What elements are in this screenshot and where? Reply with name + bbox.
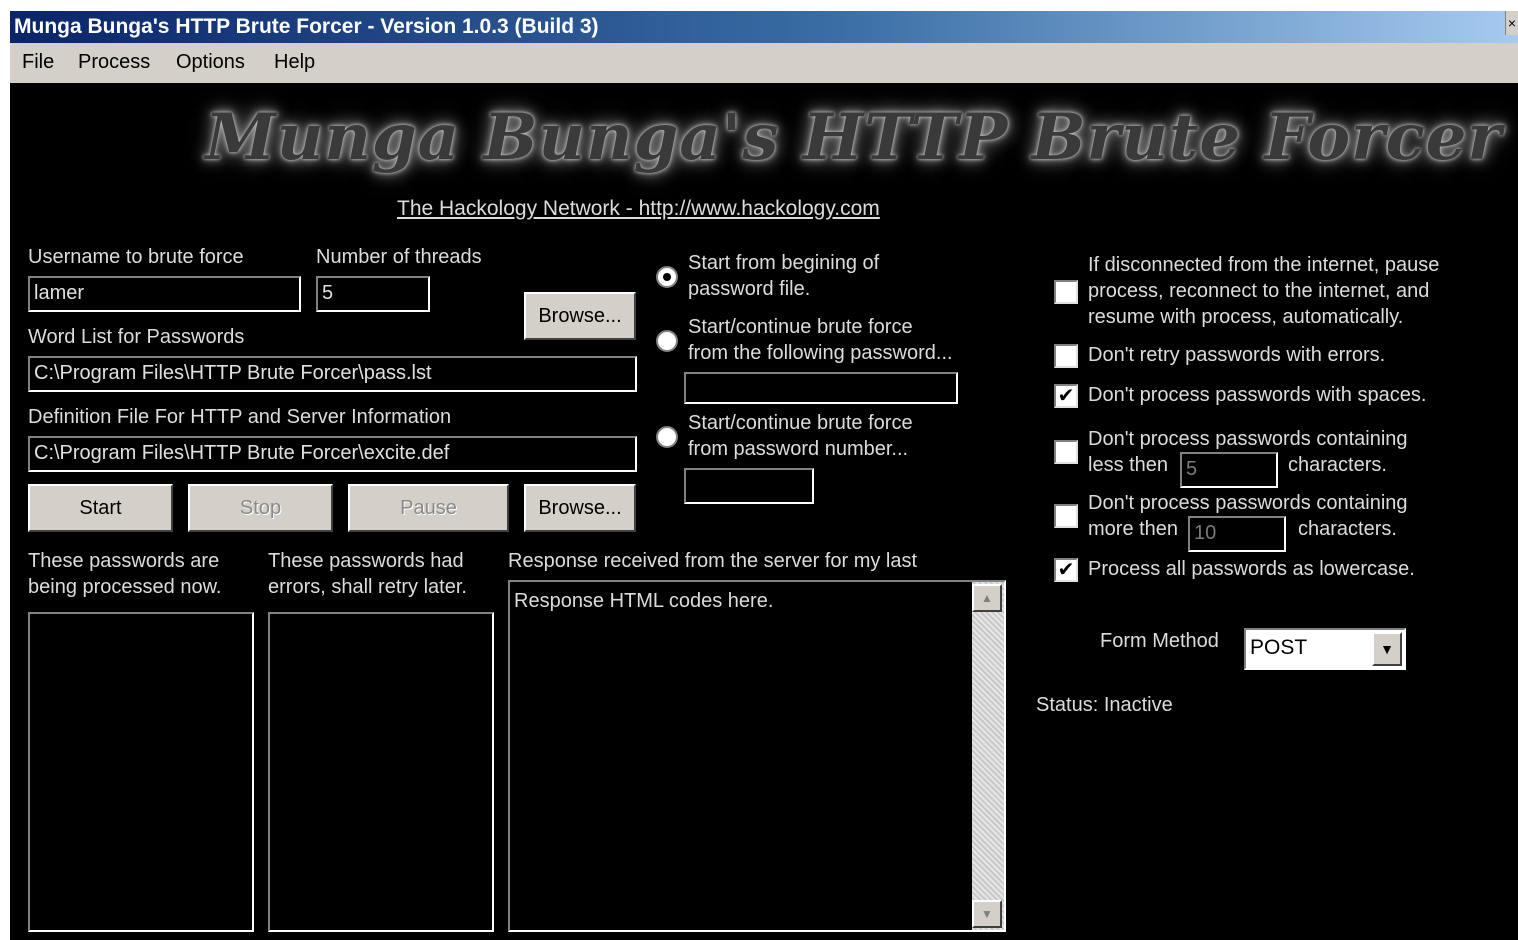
radio-begin-file[interactable] bbox=[656, 266, 678, 288]
menu-file[interactable]: File bbox=[22, 51, 54, 74]
lowercase-label: Process all passwords as lowercase. bbox=[1088, 558, 1415, 580]
errors-label-1: These passwords had bbox=[268, 550, 464, 572]
max-length-checkbox[interactable] bbox=[1054, 504, 1078, 528]
username-label: Username to brute force bbox=[28, 246, 244, 268]
scroll-down-button[interactable]: ▼ bbox=[972, 900, 1002, 928]
form-method-select[interactable]: POST ▼ bbox=[1244, 628, 1406, 670]
processing-list[interactable] bbox=[28, 612, 254, 932]
threads-input[interactable]: 5 bbox=[316, 276, 430, 312]
start-button[interactable]: Start bbox=[28, 484, 173, 532]
menu-help[interactable]: Help bbox=[274, 51, 315, 74]
title-bar: Munga Bunga's HTTP Brute Forcer - Versio… bbox=[10, 11, 1518, 43]
min-length-label-post: characters. bbox=[1288, 454, 1387, 476]
radio-continue-password-label-1: Start/continue brute force bbox=[688, 316, 913, 338]
menu-process[interactable]: Process bbox=[78, 51, 150, 74]
continue-password-input[interactable] bbox=[684, 372, 958, 404]
response-label: Response received from the server for my… bbox=[508, 550, 918, 572]
reconnect-checkbox[interactable] bbox=[1054, 280, 1078, 304]
min-length-label-1: Don't process passwords containing bbox=[1088, 428, 1408, 450]
form-method-label: Form Method bbox=[1100, 630, 1219, 652]
threads-label: Number of threads bbox=[316, 246, 482, 268]
response-scrollbar[interactable] bbox=[972, 582, 1004, 930]
max-length-label-1: Don't process passwords containing bbox=[1088, 492, 1408, 514]
radio-continue-number[interactable] bbox=[656, 426, 678, 448]
reconnect-label-1: If disconnected from the internet, pause bbox=[1088, 254, 1440, 276]
max-length-label-post: characters. bbox=[1298, 518, 1397, 540]
stop-button[interactable]: Stop bbox=[188, 484, 333, 532]
errors-list[interactable] bbox=[268, 612, 494, 932]
radio-continue-password-label-2: from the following password... bbox=[688, 342, 953, 364]
processing-label-2: being processed now. bbox=[28, 576, 222, 598]
lowercase-checkbox[interactable]: ✔ bbox=[1054, 558, 1078, 582]
deffile-label: Definition File For HTTP and Server Info… bbox=[28, 406, 452, 428]
wordlist-label: Word List for Passwords bbox=[28, 326, 245, 348]
menu-bar: File Process Options Help bbox=[10, 43, 1518, 83]
radio-begin-label-1: Start from begining of bbox=[688, 252, 880, 274]
chevron-down-icon[interactable]: ▼ bbox=[1372, 632, 1402, 666]
form-method-value: POST bbox=[1250, 636, 1308, 659]
menu-options[interactable]: Options bbox=[176, 51, 245, 74]
no-spaces-label: Don't process passwords with spaces. bbox=[1088, 384, 1427, 406]
deffile-browse-button[interactable]: Browse... bbox=[524, 484, 636, 532]
no-retry-label: Don't retry passwords with errors. bbox=[1088, 344, 1386, 366]
continue-number-input[interactable] bbox=[684, 468, 814, 504]
pause-button[interactable]: Pause bbox=[348, 484, 509, 532]
reconnect-label-2: process, reconnect to the internet, and bbox=[1088, 280, 1430, 302]
max-length-input[interactable]: 10 bbox=[1188, 516, 1286, 552]
radio-continue-password[interactable] bbox=[656, 330, 678, 352]
window-title: Munga Bunga's HTTP Brute Forcer - Versio… bbox=[14, 15, 599, 38]
status-text: Status: Inactive bbox=[1036, 694, 1173, 716]
no-spaces-checkbox[interactable]: ✔ bbox=[1054, 384, 1078, 408]
radio-continue-number-label-1: Start/continue brute force bbox=[688, 412, 913, 434]
min-length-label-pre: less then bbox=[1088, 454, 1169, 476]
wordlist-input[interactable]: C:\Program Files\HTTP Brute Forcer\pass.… bbox=[28, 356, 637, 392]
deffile-input[interactable]: C:\Program Files\HTTP Brute Forcer\excit… bbox=[28, 436, 637, 472]
radio-selected-dot bbox=[663, 273, 671, 281]
response-text: Response HTML codes here. bbox=[514, 590, 774, 612]
username-input[interactable]: lamer bbox=[28, 276, 301, 312]
min-length-input[interactable]: 5 bbox=[1180, 452, 1278, 488]
no-retry-checkbox[interactable] bbox=[1054, 344, 1078, 368]
wordlist-browse-button[interactable]: Browse... bbox=[524, 292, 636, 340]
radio-begin-label-2: password file. bbox=[688, 278, 811, 300]
min-length-checkbox[interactable] bbox=[1054, 440, 1078, 464]
response-textarea[interactable]: Response HTML codes here. ▲ ▼ bbox=[508, 580, 1006, 932]
radio-continue-number-label-2: from password number... bbox=[688, 438, 909, 460]
hackology-link[interactable]: The Hackology Network - http://www.hacko… bbox=[397, 196, 880, 222]
scroll-up-button[interactable]: ▲ bbox=[972, 584, 1002, 612]
errors-label-2: errors, shall retry later. bbox=[268, 576, 467, 598]
app-logo: Munga Bunga's HTTP Brute Forcer bbox=[205, 100, 1503, 175]
close-button[interactable]: × bbox=[1505, 11, 1518, 35]
max-length-label-pre: more then bbox=[1088, 518, 1179, 540]
processing-label-1: These passwords are bbox=[28, 550, 220, 572]
reconnect-label-3: resume with process, automatically. bbox=[1088, 306, 1404, 328]
